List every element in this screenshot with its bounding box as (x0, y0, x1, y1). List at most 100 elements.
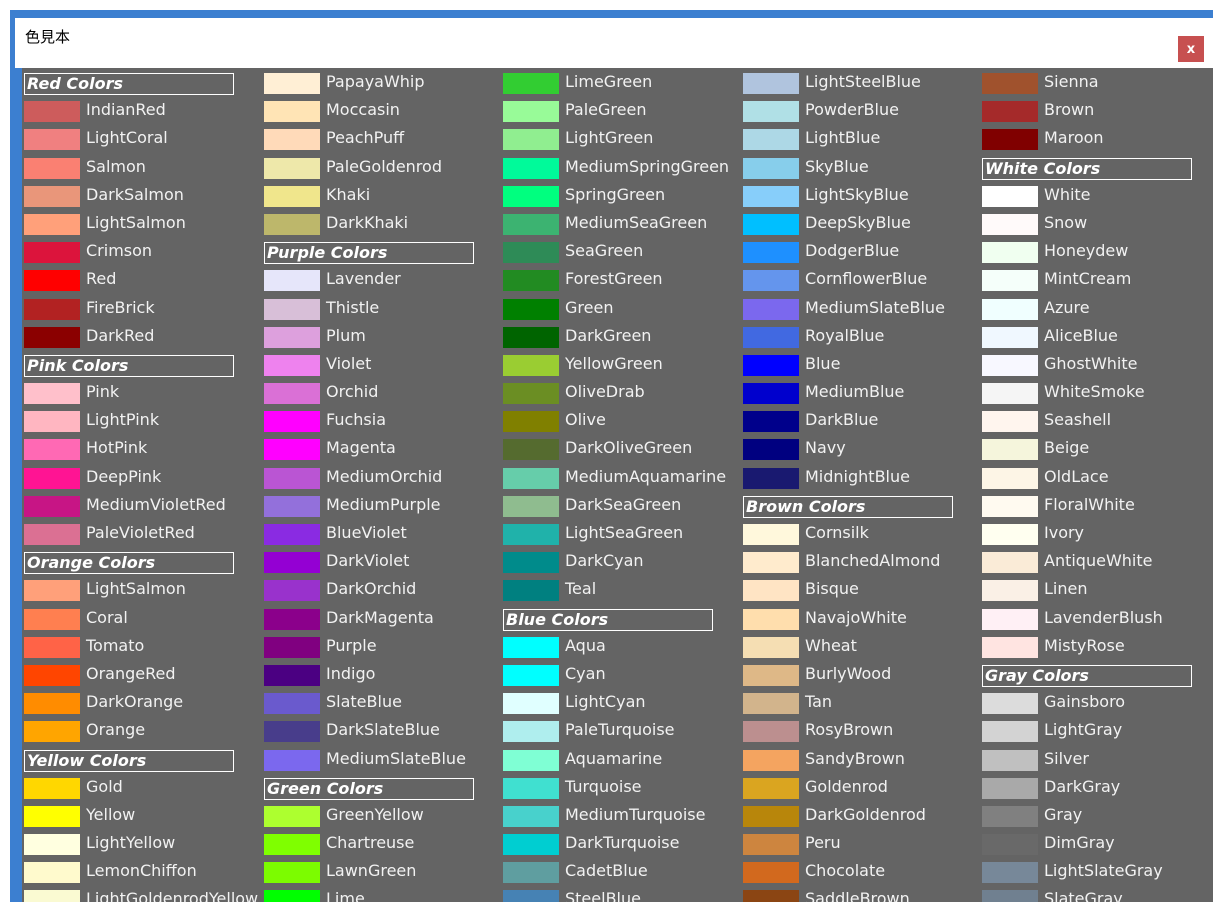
color-item: Tan (741, 689, 981, 717)
color-name: PaleVioletRed (86, 523, 195, 542)
color-swatch (982, 129, 1038, 151)
color-item: AntiqueWhite (980, 548, 1213, 576)
close-button[interactable]: x (1178, 36, 1204, 62)
color-swatch (24, 834, 80, 856)
color-swatch (264, 354, 320, 376)
color-item: Sienna (980, 69, 1213, 97)
color-item: Orange (22, 717, 262, 745)
color-swatch (24, 242, 80, 264)
color-name: PaleGoldenrod (326, 156, 442, 176)
group-header: Brown Colors (741, 492, 981, 520)
group-header: Blue Colors (501, 605, 741, 633)
group-header: Purple Colors (262, 238, 502, 266)
color-item: IndianRed (22, 97, 262, 125)
color-item: DarkMagenta (262, 605, 502, 633)
color-swatch (264, 524, 320, 545)
color-name: LightGoldenrodYellow (86, 889, 259, 902)
color-name: DarkCyan (565, 551, 644, 571)
color-swatch (743, 185, 799, 207)
window-title: 色見本 (25, 28, 71, 46)
color-name: LightSkyBlue (805, 184, 909, 204)
color-swatch (264, 608, 320, 630)
color-swatch (743, 805, 799, 827)
color-item: Honeydew (980, 238, 1213, 266)
color-item: DarkTurquoise (501, 830, 741, 858)
group-header-box: Purple Colors (264, 242, 474, 265)
color-swatch (982, 73, 1038, 94)
color-item: SaddleBrown (741, 886, 981, 902)
color-swatch (743, 890, 799, 902)
color-name: MidnightBlue (805, 466, 910, 486)
color-item: Maroon (980, 125, 1213, 153)
color-item: OldLace (980, 464, 1213, 492)
color-name: Seashell (1044, 410, 1112, 430)
color-item: Tomato (22, 633, 262, 661)
color-name: DarkSlateBlue (326, 720, 440, 740)
color-name: SeaGreen (565, 241, 644, 261)
group-header-box: Red Colors (24, 73, 234, 95)
color-item: LightSteelBlue (741, 69, 981, 97)
color-item: Moccasin (262, 97, 502, 125)
color-item: Peru (741, 830, 981, 858)
color-swatch (24, 467, 80, 489)
group-header-box: Blue Colors (503, 608, 713, 631)
group-header: White Colors (980, 154, 1213, 182)
color-swatch (982, 721, 1038, 743)
color-item: PapayaWhip (262, 69, 502, 97)
color-name: WhiteSmoke (1044, 382, 1145, 402)
color-name: MediumVioletRed (86, 494, 226, 514)
color-item: Yellow (22, 802, 262, 830)
color-item: SeaGreen (501, 238, 741, 266)
color-swatch (503, 693, 559, 715)
color-name: LightSalmon (86, 212, 186, 232)
color-name: DarkBlue (805, 410, 879, 430)
color-item: SlateGray (980, 886, 1213, 902)
color-item: ForestGreen (501, 266, 741, 294)
color-item: BurlyWood (741, 661, 981, 689)
color-swatch (24, 101, 80, 123)
group-header-box: Yellow Colors (24, 749, 234, 772)
color-name: GreenYellow (326, 804, 424, 824)
color-name: OliveDrab (565, 382, 645, 402)
color-swatch (982, 213, 1038, 235)
color-item: Salmon (22, 154, 262, 182)
color-item: NavajoWhite (741, 605, 981, 633)
color-name: CadetBlue (565, 861, 648, 881)
color-item: MediumSpringGreen (501, 154, 741, 182)
color-name: Coral (86, 607, 128, 627)
color-swatch (24, 664, 80, 686)
color-name: Teal (565, 579, 597, 599)
color-column: Sienna Brown Maroon White Colors White Snow Ho… (980, 69, 1213, 902)
color-name: OrangeRed (86, 663, 176, 683)
group-header-label: White Colors (985, 158, 1101, 178)
color-item: DarkGoldenrod (741, 802, 981, 830)
color-name: Plum (326, 325, 366, 345)
color-name: DarkOliveGreen (565, 438, 693, 458)
color-name: LightGreen (565, 128, 654, 148)
color-swatch (264, 495, 320, 517)
color-swatch (982, 101, 1038, 123)
color-swatch (982, 552, 1038, 574)
color-name: Green (565, 297, 614, 317)
color-swatch (503, 270, 559, 292)
color-name: DodgerBlue (805, 241, 900, 261)
color-item: LightCyan (501, 689, 741, 717)
color-swatch (743, 834, 799, 856)
color-swatch (264, 101, 320, 123)
color-item: RoyalBlue (741, 323, 981, 351)
color-swatch (743, 411, 799, 433)
color-item: Beige (980, 435, 1213, 463)
color-name: Khaki (326, 184, 371, 204)
color-swatch (982, 467, 1038, 489)
color-item: DarkSlateBlue (262, 717, 502, 745)
color-name: Tomato (86, 635, 145, 655)
group-header-label: Blue Colors (506, 609, 609, 629)
color-swatch (982, 862, 1038, 884)
color-item: Snow (980, 210, 1213, 238)
color-item: Ivory (980, 520, 1213, 548)
color-name: Gray (1044, 804, 1083, 824)
color-name: DarkGray (1044, 776, 1121, 796)
color-swatch (743, 73, 799, 94)
color-name: LemonChiffon (86, 861, 197, 881)
group-header-label: Gray Colors (985, 665, 1089, 685)
